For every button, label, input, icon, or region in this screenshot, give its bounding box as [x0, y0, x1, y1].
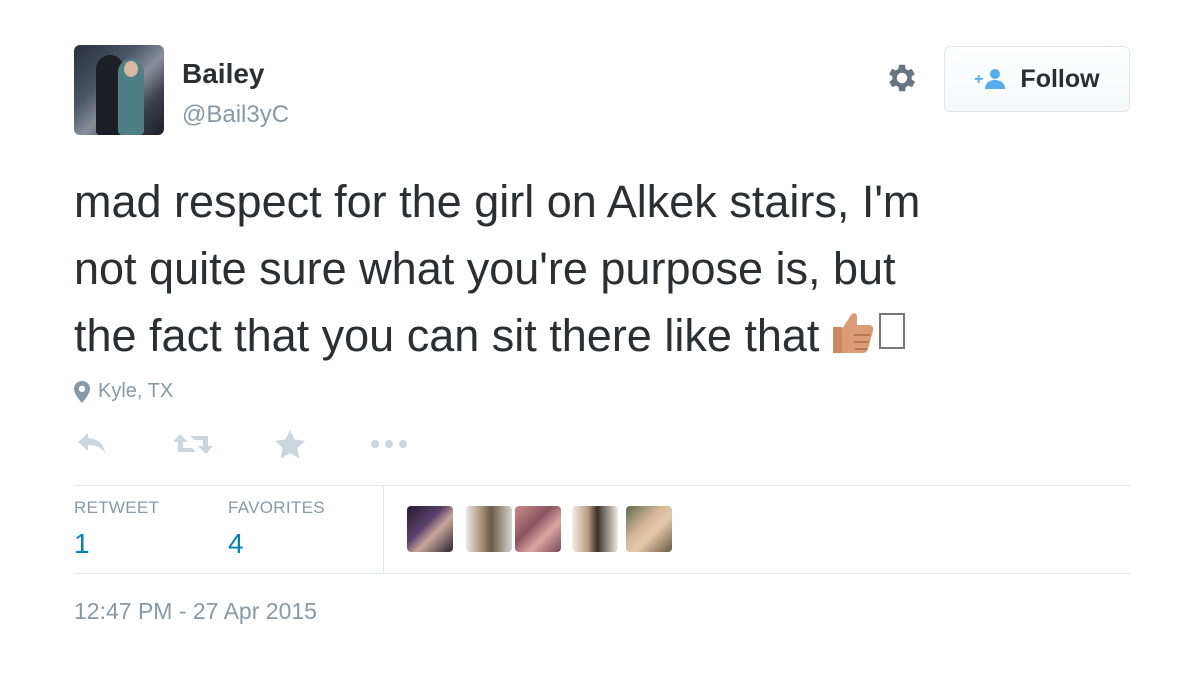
- gear-icon[interactable]: [884, 60, 920, 96]
- follow-button-label: Follow: [1020, 64, 1100, 93]
- favorites-count: 4: [228, 528, 244, 559]
- more-icon[interactable]: [370, 428, 408, 460]
- tweet-line: not quite sure what you're purpose is, b…: [74, 243, 896, 294]
- retweet-icon[interactable]: [172, 428, 214, 460]
- favorite-icon[interactable]: [274, 428, 306, 460]
- thumbs-up-emoji-icon: [827, 307, 877, 357]
- stats-bottom-divider: [74, 573, 1130, 574]
- tweet-line: the fact that you can sit there like tha…: [74, 310, 820, 361]
- favoriter-avatar[interactable]: [515, 506, 561, 552]
- tweet-timestamp[interactable]: 12:47 PM - 27 Apr 2015: [74, 598, 317, 625]
- favorites-stat[interactable]: FAVORITES 4: [228, 498, 325, 560]
- user-handle[interactable]: @Bail3yC: [182, 101, 289, 129]
- tweet-line-with-emoji: the fact that you can sit there like tha…: [74, 302, 1134, 369]
- svg-text:+: +: [974, 71, 983, 88]
- favoriter-avatar[interactable]: [626, 506, 672, 552]
- favoriter-avatar[interactable]: [466, 506, 512, 552]
- tweet-line: mad respect for the girl on Alkek stairs…: [74, 176, 921, 227]
- follow-button[interactable]: + Follow: [944, 46, 1130, 112]
- avatar-face: [124, 61, 138, 77]
- retweet-count: 1: [74, 528, 90, 559]
- missing-glyph-box-icon: [879, 313, 906, 349]
- favorites-stat-label: FAVORITES: [228, 498, 325, 517]
- retweet-stat-label: RETWEET: [74, 498, 160, 517]
- user-avatar[interactable]: [74, 45, 164, 135]
- location-text: Kyle, TX: [98, 380, 174, 402]
- stats-top-divider: [74, 485, 1130, 486]
- user-name[interactable]: Bailey: [182, 58, 265, 90]
- favoriter-avatar[interactable]: [407, 506, 453, 552]
- retweet-stat[interactable]: RETWEET 1: [74, 498, 159, 560]
- stats-vertical-divider: [383, 485, 384, 573]
- tweet-location[interactable]: Kyle, TX: [74, 380, 173, 403]
- reply-icon[interactable]: [76, 428, 108, 460]
- favoriter-avatar[interactable]: [572, 506, 618, 552]
- location-pin-icon: [74, 380, 90, 403]
- add-user-icon: +: [974, 69, 1006, 89]
- tweet-text: mad respect for the girl on Alkek stairs…: [74, 168, 1134, 369]
